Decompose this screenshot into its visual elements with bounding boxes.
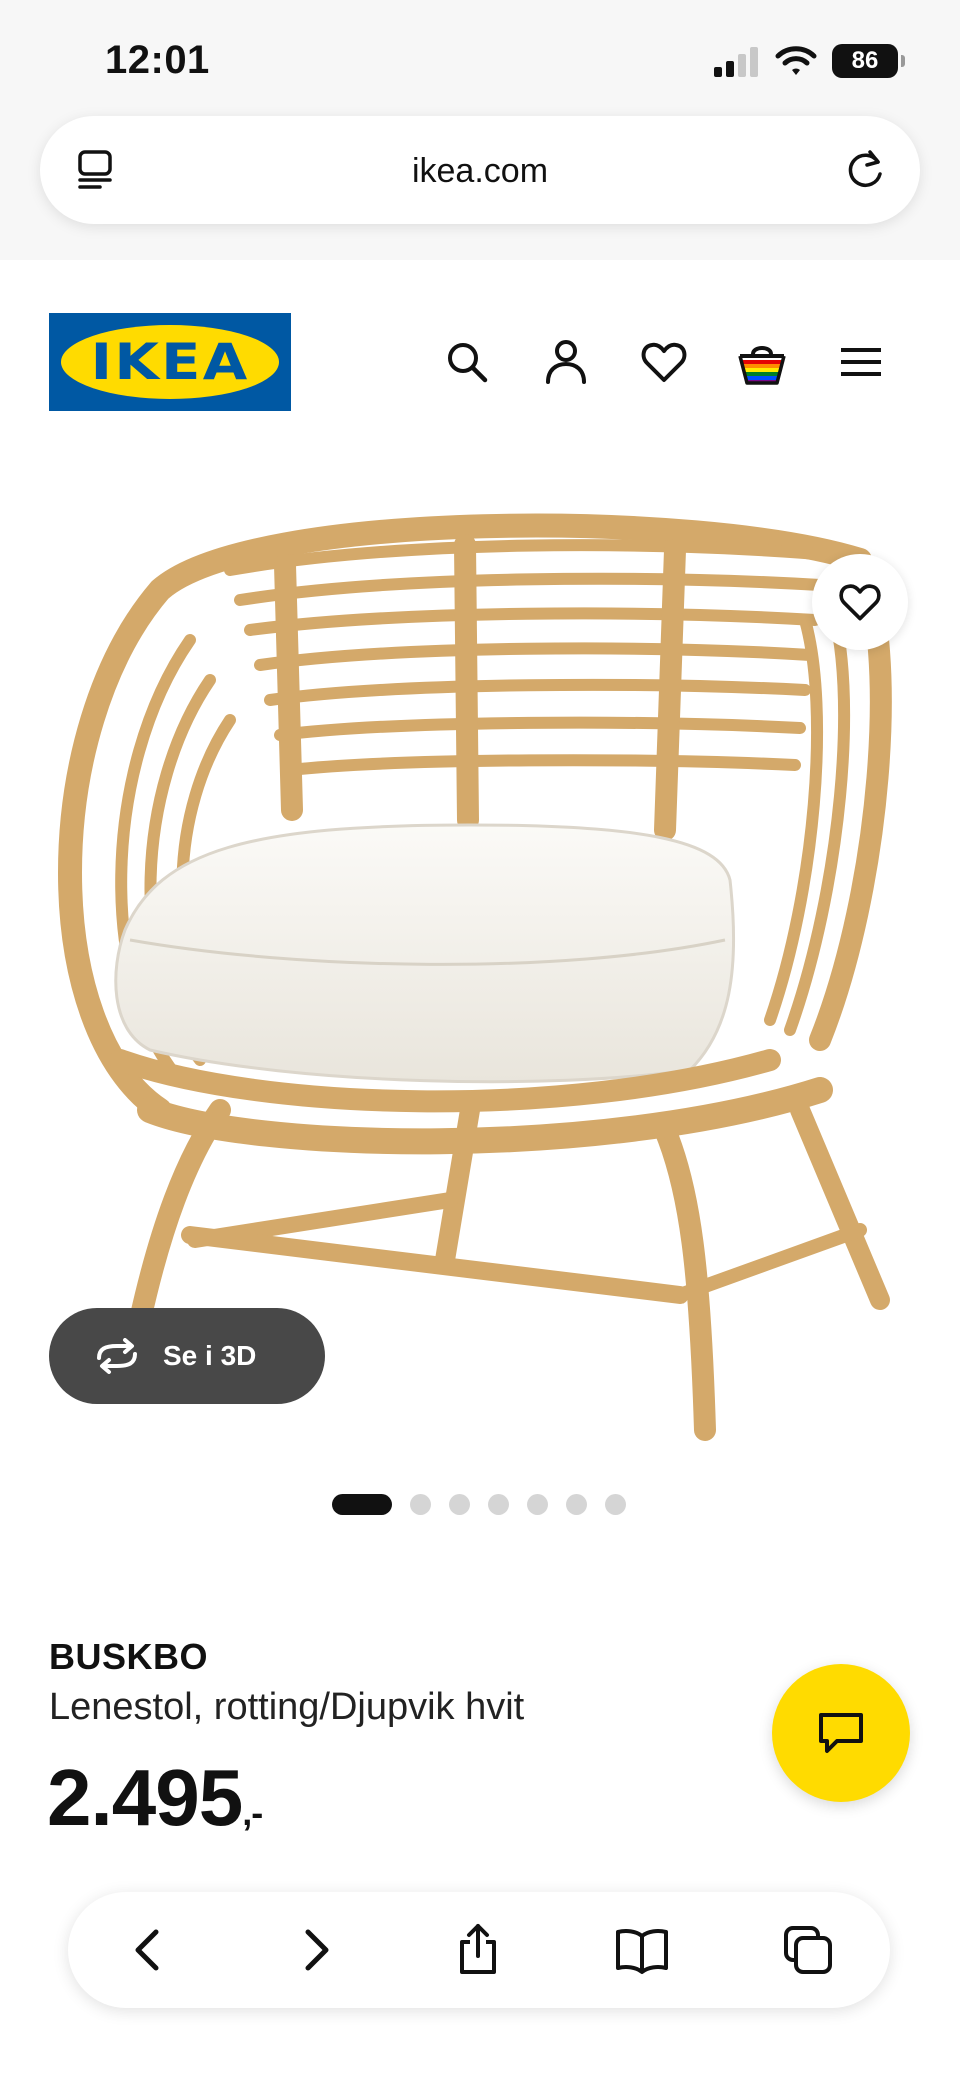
carousel-dot[interactable]	[410, 1494, 431, 1515]
browser-address-area: ikea.com	[0, 110, 960, 260]
logo-text: IKEA	[90, 333, 250, 391]
bookmarks-icon[interactable]	[614, 1922, 670, 1978]
carousel-dot[interactable]	[566, 1494, 587, 1515]
reload-icon[interactable]	[842, 146, 890, 194]
carousel-dot-active[interactable]	[332, 1494, 392, 1515]
image-carousel-indicator	[332, 1494, 626, 1515]
price-decimal: ,-	[242, 1792, 263, 1833]
add-to-favorites-button[interactable]	[812, 554, 908, 650]
carousel-dot[interactable]	[488, 1494, 509, 1515]
logo-oval: IKEA	[61, 325, 279, 399]
back-icon[interactable]	[122, 1922, 178, 1978]
status-bar: 12:01 86	[0, 0, 960, 110]
heart-icon	[839, 584, 881, 621]
battery-level: 86	[851, 47, 879, 74]
search-icon[interactable]	[441, 336, 493, 388]
shopping-bag-icon[interactable]	[736, 336, 788, 388]
chat-icon	[819, 1713, 863, 1753]
price-main: 2.495	[47, 1753, 243, 1842]
carousel-dot[interactable]	[449, 1494, 470, 1515]
rotate-3d-icon	[97, 1338, 137, 1374]
battery-indicator: 86	[832, 44, 905, 78]
tabs-icon[interactable]	[780, 1922, 836, 1978]
ikea-logo[interactable]: IKEA	[49, 313, 291, 411]
product-description: Lenestol, rotting/Djupvik hvit	[49, 1686, 525, 1728]
product-name: BUSKBO	[49, 1636, 209, 1677]
share-icon[interactable]	[450, 1922, 506, 1978]
cellular-signal-icon	[714, 47, 758, 77]
wifi-icon	[775, 46, 817, 75]
status-icons: 86	[714, 44, 905, 78]
carousel-dot[interactable]	[527, 1494, 548, 1515]
chat-button[interactable]	[772, 1664, 910, 1802]
favorites-icon[interactable]	[638, 336, 690, 388]
view-in-3d-button[interactable]: Se i 3D	[49, 1308, 325, 1404]
menu-icon[interactable]	[835, 336, 887, 388]
view-in-3d-label: Se i 3D	[163, 1340, 257, 1371]
carousel-dot[interactable]	[605, 1494, 626, 1515]
account-icon[interactable]	[540, 336, 592, 388]
product-price: 2.495,-	[47, 1752, 263, 1844]
address-bar[interactable]: ikea.com	[40, 116, 920, 224]
forward-icon[interactable]	[286, 1922, 342, 1978]
browser-toolbar	[68, 1892, 890, 2008]
url-text[interactable]: ikea.com	[40, 152, 920, 191]
status-time: 12:01	[105, 38, 210, 82]
